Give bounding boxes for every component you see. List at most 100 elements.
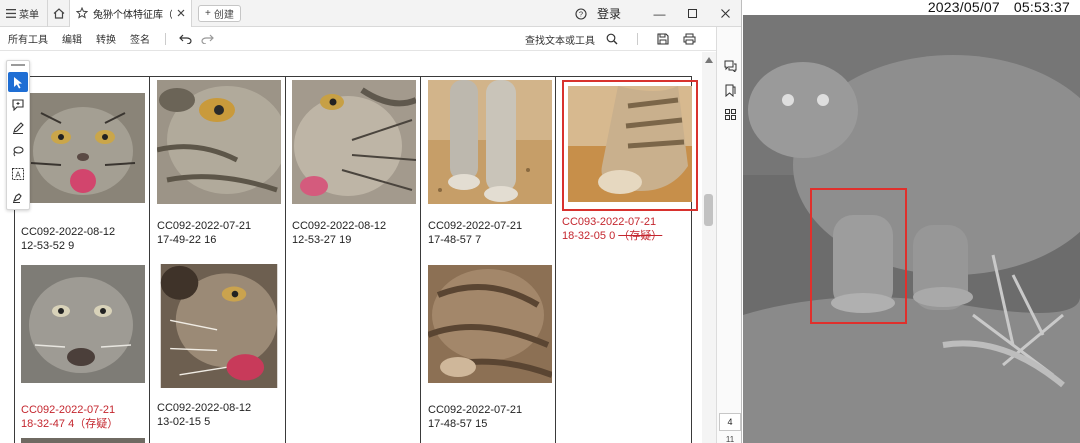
menu-convert[interactable]: 转换 <box>89 31 123 46</box>
cat-body-fur-photo <box>426 265 554 383</box>
search-button[interactable] <box>603 30 621 48</box>
photo-id-line1: CC092-2022-07-21 <box>157 220 252 232</box>
partial-photo <box>21 438 145 443</box>
cat-face-hiss-photo <box>160 264 278 388</box>
photo-id-line1: CC093-2022-07-21 <box>562 216 657 228</box>
grid-cell: CC092-2022-07-21 17-48-57 15 <box>426 262 554 431</box>
find-text-or-tool[interactable]: 查找文本或工具 <box>525 32 595 47</box>
title-bar: 菜单 兔狲个体特征库（赛... + 创建 ? 登录 — <box>0 0 741 27</box>
annotation-palette: A <box>6 60 30 210</box>
undo-button[interactable] <box>174 29 196 49</box>
sign-tool-button[interactable] <box>8 187 28 207</box>
grid-cell: CC092-2022-08-12 12-53-27 19 <box>292 80 418 247</box>
total-pages: 11 <box>725 435 735 443</box>
photo-id-line1: CC092-2022-08-12 <box>157 402 252 414</box>
pdf-viewer-window: 菜单 兔狲个体特征库（赛... + 创建 ? 登录 — <box>0 0 742 443</box>
detection-bounding-box <box>810 188 907 324</box>
home-icon <box>53 7 64 19</box>
redo-button[interactable] <box>196 29 218 49</box>
menu-all-tools[interactable]: 所有工具 <box>0 31 55 46</box>
redo-icon <box>200 34 214 44</box>
scroll-up-icon[interactable] <box>705 57 713 63</box>
minimize-icon: — <box>653 6 666 21</box>
photo-id-line1: CC092-2022-07-21 <box>428 220 523 232</box>
grid-icon <box>724 108 736 120</box>
text-tool-button[interactable]: A <box>8 164 28 184</box>
document-page: CC092-2022-08-12 12-53-52 9 CC092-2022-0… <box>0 52 702 443</box>
menu-label: 菜单 <box>19 9 39 21</box>
svg-text:A: A <box>15 170 21 179</box>
camera-timestamp: 2023/05/07 05:53:37 <box>928 0 1070 15</box>
save-button[interactable] <box>654 30 672 48</box>
pen-nib-icon <box>13 193 22 203</box>
table-column-divider <box>420 76 421 443</box>
home-button[interactable] <box>48 0 70 27</box>
table-border-top <box>12 76 692 77</box>
bookmark-icon <box>725 84 735 97</box>
comments-panel-button[interactable] <box>721 57 739 75</box>
close-window-button[interactable] <box>709 0 741 27</box>
toolbar-divider <box>165 32 166 45</box>
photo-id-line2: 12-53-27 19 <box>292 234 352 246</box>
toolbar-divider <box>637 33 638 45</box>
pen-icon <box>13 122 24 134</box>
minimize-button[interactable]: — <box>643 0 676 27</box>
grid-cell: CC092-2022-08-12 13-02-15 5 <box>157 264 281 429</box>
cat-leg-photo <box>568 86 692 202</box>
undo-icon <box>178 34 192 44</box>
grid-cell-selected[interactable]: CC093-2022-07-21 18-32-05 0 （存疑） <box>562 80 698 243</box>
highlight-tool-button[interactable] <box>8 118 28 138</box>
grid-cell: CC092-2022-07-21 17-48-57 7 <box>428 80 552 247</box>
camera-trap-photo <box>743 15 1080 443</box>
print-button[interactable] <box>680 30 698 48</box>
star-icon[interactable] <box>76 7 88 19</box>
cat-face-photo <box>21 93 145 203</box>
lasso-icon <box>13 146 24 157</box>
login-link[interactable]: 登录 <box>597 5 621 22</box>
hamburger-icon <box>6 8 16 18</box>
save-icon <box>657 33 669 45</box>
bookmarks-panel-button[interactable] <box>721 81 739 99</box>
photo-id-line1: CC092-2022-08-12 <box>292 220 387 232</box>
comment-icon <box>12 99 24 111</box>
tab-document[interactable]: 兔狲个体特征库（赛... <box>70 0 192 27</box>
photo-id-line2: 13-02-15 5 <box>157 416 211 428</box>
cat-eye-closeup-photo <box>156 80 287 204</box>
close-tab-icon[interactable] <box>177 9 185 17</box>
camera-trap-panel: 2023/05/07 05:53:37 <box>743 0 1080 443</box>
maximize-button[interactable] <box>676 0 709 27</box>
palette-grip[interactable] <box>11 64 25 69</box>
help-button[interactable]: ? <box>571 7 591 20</box>
photo-id-line1: CC092-2022-08-12 <box>21 226 116 238</box>
capture-date: 2023/05/07 <box>927 0 1000 15</box>
scrollbar-thumb[interactable] <box>704 194 713 226</box>
cat-profile-photo <box>292 80 418 204</box>
select-tool-button[interactable] <box>8 72 28 92</box>
titlebar-controls: ? 登录 — <box>571 0 741 27</box>
current-page-box[interactable]: 4 <box>719 413 741 431</box>
draw-tool-button[interactable] <box>8 141 28 161</box>
new-tab-button[interactable]: + 创建 <box>198 4 241 22</box>
struck-suspect-note: （存疑） <box>618 230 663 242</box>
new-tab-label: 创建 <box>213 9 234 21</box>
grid-cell: CC092-2022-07-21 18-32-47 4（存疑） <box>21 262 145 431</box>
menu-sign[interactable]: 签名 <box>123 31 157 46</box>
selection-highlight[interactable] <box>562 80 698 211</box>
print-icon <box>683 33 695 45</box>
tab-title: 兔狲个体特征库（赛... <box>93 9 172 21</box>
vertical-scrollbar[interactable] <box>702 52 716 443</box>
menu-edit[interactable]: 编辑 <box>55 31 89 46</box>
grid-cell: CC092-2022-07-21 17-49-22 16 <box>156 80 287 247</box>
right-tool-rail: 4 11 <box>716 27 741 443</box>
table-column-divider <box>149 76 150 443</box>
plus-icon: + <box>205 7 211 19</box>
photo-id-line1: CC092-2022-07-21 <box>428 404 523 416</box>
toolbar-right-group: 查找文本或工具 <box>525 27 741 51</box>
cat-legs-photo <box>428 80 552 204</box>
comment-tool-button[interactable] <box>8 95 28 115</box>
menu-button[interactable]: 菜单 <box>0 0 48 27</box>
photo-id-line2: 18-32-47 4（存疑） <box>21 418 119 430</box>
maximize-icon <box>688 9 697 18</box>
thumbnails-panel-button[interactable] <box>721 105 739 123</box>
photo-id-line1: CC092-2022-07-21 <box>21 404 116 416</box>
